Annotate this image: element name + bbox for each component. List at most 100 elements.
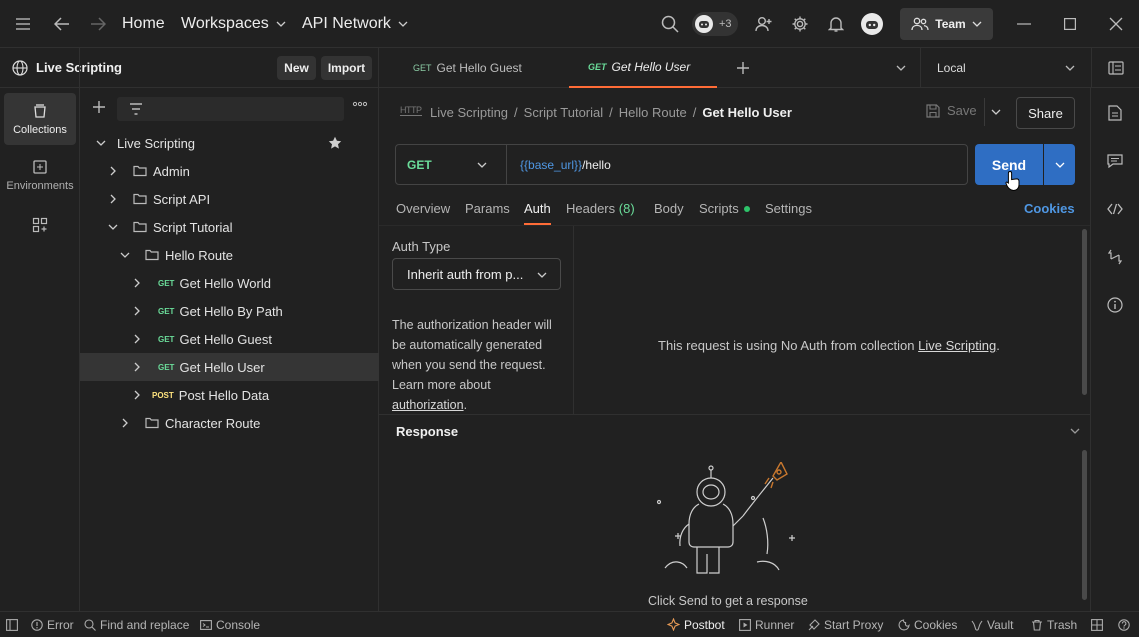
tree-request[interactable]: GET Get Hello Guest bbox=[80, 325, 379, 353]
trash-button[interactable]: Trash bbox=[1031, 612, 1077, 637]
tab-headers[interactable]: Headers (8) bbox=[566, 201, 635, 216]
documentation-icon[interactable] bbox=[1103, 101, 1127, 125]
save-button[interactable]: Save bbox=[926, 103, 977, 118]
menu-icon[interactable] bbox=[11, 12, 35, 36]
tree-collection-root[interactable]: Live Scripting bbox=[80, 129, 379, 157]
breadcrumb-item[interactable]: Hello Route bbox=[619, 105, 687, 120]
tree-folder[interactable]: Character Route bbox=[80, 409, 379, 437]
chevron-right-icon[interactable] bbox=[129, 303, 145, 319]
find-replace[interactable]: Find and replace bbox=[84, 612, 189, 637]
rail-collections[interactable]: Collections bbox=[4, 93, 76, 145]
authorization-link[interactable]: authorization bbox=[392, 398, 464, 412]
breadcrumb-current: Get Hello User bbox=[702, 105, 792, 120]
related-collections-icon[interactable] bbox=[1103, 245, 1127, 269]
more-options-icon[interactable] bbox=[352, 101, 368, 107]
environment-quick-look-icon[interactable] bbox=[1091, 48, 1139, 88]
tab-params[interactable]: Params bbox=[465, 201, 510, 216]
runner-button[interactable]: Runner bbox=[739, 612, 794, 637]
new-tab-plus-icon[interactable] bbox=[736, 61, 750, 75]
chevron-right-icon[interactable] bbox=[105, 163, 121, 179]
notifications-bell-icon[interactable] bbox=[824, 12, 848, 36]
start-proxy-button[interactable]: Start Proxy bbox=[808, 612, 883, 637]
api-network-label: API Network bbox=[302, 15, 391, 32]
collection-link[interactable]: Live Scripting bbox=[918, 338, 996, 353]
chevron-down-icon[interactable] bbox=[93, 135, 109, 151]
tab-settings[interactable]: Settings bbox=[765, 201, 812, 216]
settings-gear-icon[interactable] bbox=[788, 12, 812, 36]
filter-input[interactable] bbox=[117, 97, 344, 121]
share-button[interactable]: Share bbox=[1016, 97, 1075, 129]
help-icon[interactable] bbox=[1118, 612, 1130, 637]
tab-auth[interactable]: Auth bbox=[524, 201, 551, 216]
minimize-window-icon[interactable] bbox=[1012, 12, 1036, 36]
toggle-sidebar-icon[interactable] bbox=[6, 612, 18, 637]
star-icon[interactable] bbox=[328, 136, 342, 150]
collaborators-group[interactable]: +3 bbox=[692, 12, 738, 36]
rail-environments[interactable]: Environments bbox=[4, 149, 76, 201]
workspaces-menu[interactable]: Workspaces bbox=[181, 0, 286, 48]
tab-overview[interactable]: Overview bbox=[396, 201, 450, 216]
url-variable: {{base_url}} bbox=[520, 157, 583, 172]
new-button[interactable]: New bbox=[277, 56, 316, 80]
layout-toggle-icon[interactable] bbox=[1091, 612, 1103, 637]
tree-request[interactable]: GET Get Hello World bbox=[80, 269, 379, 297]
save-options-chevron-icon[interactable] bbox=[991, 109, 1001, 115]
postbot-button[interactable]: Postbot bbox=[667, 612, 725, 637]
chevron-right-icon[interactable] bbox=[105, 191, 121, 207]
rail-more-apps[interactable] bbox=[4, 210, 76, 240]
search-icon[interactable] bbox=[658, 12, 682, 36]
tab-body[interactable]: Body bbox=[654, 201, 684, 216]
url-input[interactable]: {{base_url}}/hello bbox=[507, 158, 611, 172]
auth-type-select[interactable]: Inherit auth from p... bbox=[392, 258, 561, 290]
request-editor: HTTP Live Scripting / Script Tutorial / … bbox=[379, 88, 1090, 611]
import-button[interactable]: Import bbox=[321, 56, 372, 80]
tree-folder[interactable]: Hello Route bbox=[80, 241, 379, 269]
tree-request[interactable]: GET Get Hello By Path bbox=[80, 297, 379, 325]
tree-root-label: Live Scripting bbox=[117, 135, 196, 151]
chevron-right-icon[interactable] bbox=[129, 387, 145, 403]
forward-arrow-icon[interactable] bbox=[86, 12, 110, 36]
console-button[interactable]: Console bbox=[200, 612, 260, 637]
profile-avatar-icon[interactable] bbox=[860, 12, 884, 36]
tab-get-hello-user[interactable]: GET Get Hello User bbox=[569, 48, 717, 88]
tree-folder[interactable]: Script Tutorial bbox=[80, 213, 379, 241]
vault-button[interactable]: Vault bbox=[971, 612, 1013, 637]
cookies-button[interactable]: Cookies bbox=[898, 612, 957, 637]
cookie-icon bbox=[898, 618, 910, 631]
chevron-right-icon[interactable] bbox=[117, 415, 133, 431]
api-network-menu[interactable]: API Network bbox=[302, 0, 408, 48]
breadcrumb-item[interactable]: Script Tutorial bbox=[524, 105, 603, 120]
back-arrow-icon[interactable] bbox=[50, 12, 74, 36]
auth-scrollbar[interactable] bbox=[1082, 229, 1087, 395]
chevron-down-icon[interactable] bbox=[105, 219, 121, 235]
error-status[interactable]: Error bbox=[31, 612, 74, 637]
home-link[interactable]: Home bbox=[122, 0, 165, 48]
response-collapse-chevron-icon[interactable] bbox=[1070, 428, 1080, 434]
tab-get-hello-guest[interactable]: GET Get Hello Guest bbox=[413, 48, 522, 88]
tree-folder[interactable]: Admin bbox=[80, 157, 379, 185]
response-scrollbar[interactable] bbox=[1082, 450, 1087, 600]
close-window-icon[interactable] bbox=[1104, 12, 1128, 36]
environment-selector[interactable]: Local bbox=[920, 48, 1091, 88]
chevron-down-icon[interactable] bbox=[117, 247, 133, 263]
tree-folder[interactable]: Script API bbox=[80, 185, 379, 213]
cookies-link[interactable]: Cookies bbox=[1024, 201, 1075, 216]
invite-user-icon[interactable] bbox=[752, 12, 776, 36]
breadcrumb-separator: / bbox=[514, 105, 518, 120]
add-collection-icon[interactable] bbox=[92, 100, 106, 114]
chevron-right-icon[interactable] bbox=[129, 275, 145, 291]
tabs-overflow-chevron-icon[interactable] bbox=[896, 65, 906, 71]
maximize-window-icon[interactable] bbox=[1058, 12, 1082, 36]
chevron-right-icon[interactable] bbox=[129, 331, 145, 347]
breadcrumb-item[interactable]: Live Scripting bbox=[430, 105, 508, 120]
code-snippet-icon[interactable] bbox=[1103, 197, 1127, 221]
comments-icon[interactable] bbox=[1103, 149, 1127, 173]
send-options-button[interactable] bbox=[1044, 144, 1075, 185]
tab-scripts[interactable]: Scripts bbox=[699, 201, 750, 216]
tree-request[interactable]: POST Post Hello Data bbox=[80, 381, 379, 409]
info-icon[interactable] bbox=[1103, 293, 1127, 317]
team-button[interactable]: Team bbox=[900, 8, 993, 40]
method-select[interactable]: GET bbox=[396, 145, 507, 184]
tree-request-selected[interactable]: GET Get Hello User bbox=[80, 353, 379, 381]
chevron-right-icon[interactable] bbox=[129, 359, 145, 375]
